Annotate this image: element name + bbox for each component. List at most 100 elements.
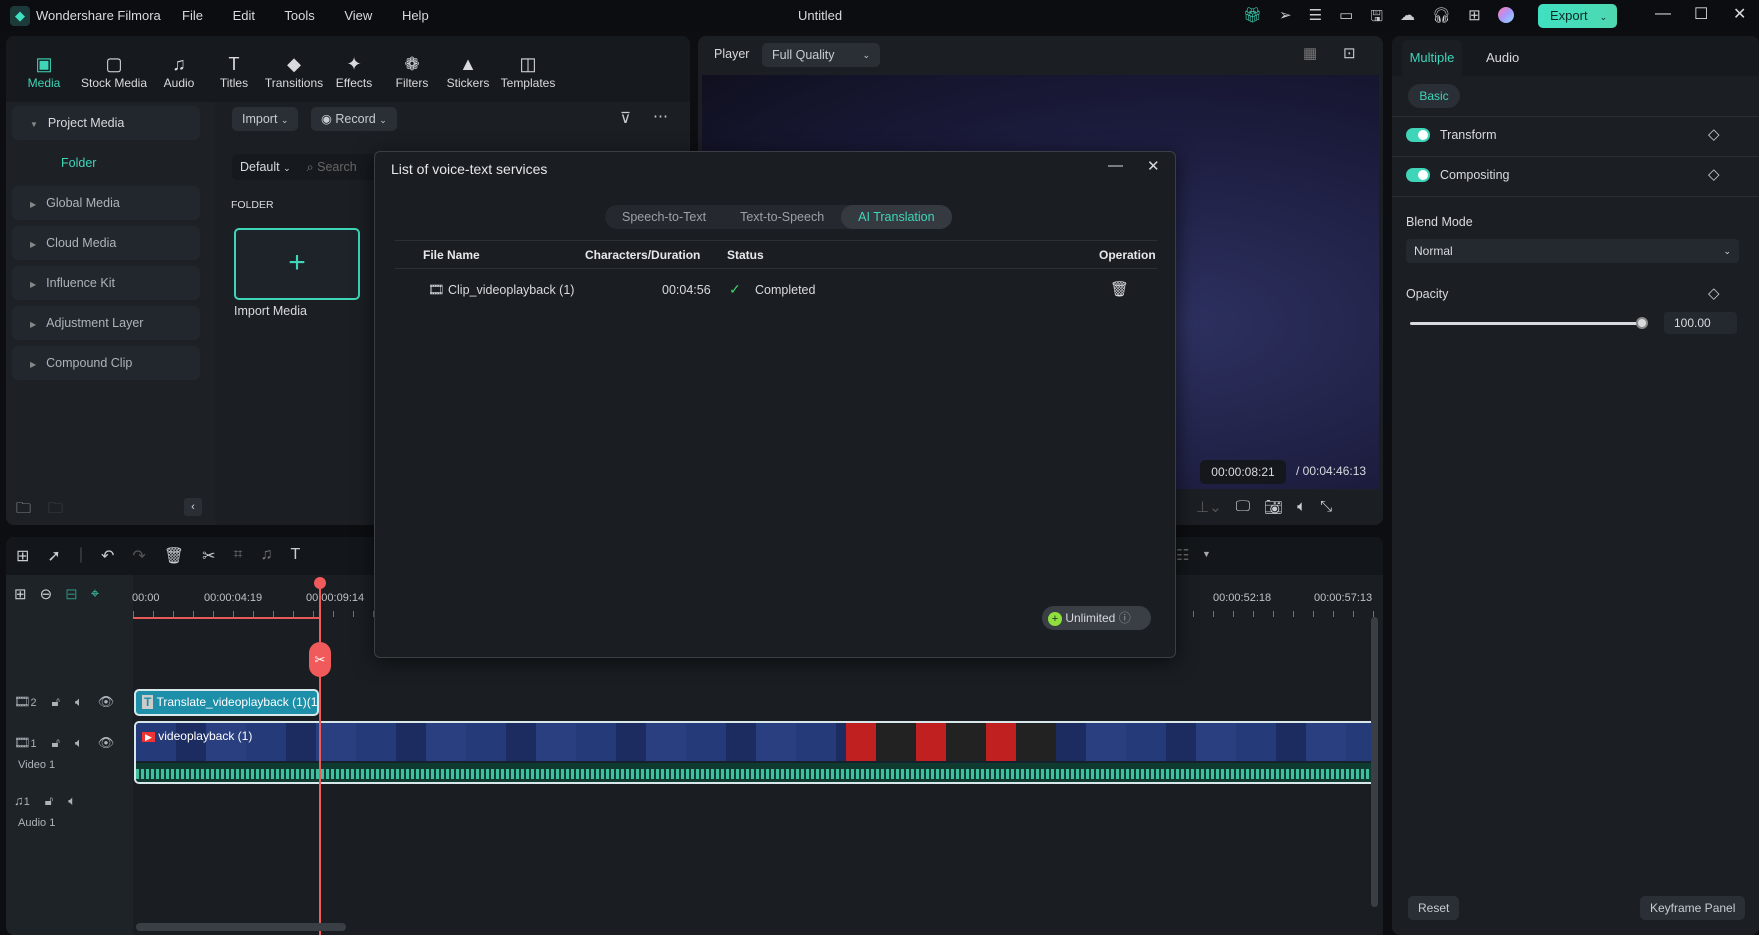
blend-mode-dropdown[interactable]: Normal ⌄ bbox=[1406, 239, 1739, 263]
tab-filters[interactable]: ❁ Filters bbox=[384, 52, 440, 102]
playhead[interactable] bbox=[319, 577, 321, 935]
apps-grid-icon[interactable]: ⊞ bbox=[1468, 6, 1481, 31]
subtab-basic[interactable]: Basic bbox=[1408, 84, 1460, 108]
avatar[interactable] bbox=[1497, 7, 1514, 23]
layout-modules-icon[interactable]: ⊞ bbox=[16, 546, 29, 566]
keyframe-diamond-icon[interactable]: ◇ bbox=[1708, 125, 1720, 143]
undo-icon[interactable]: ↶ bbox=[101, 546, 114, 566]
sidebar-item-global-media[interactable]: ▶ Global Media bbox=[12, 186, 200, 220]
sidebar-item-compound-clip[interactable]: ▶ Compound Clip bbox=[12, 346, 200, 380]
group-icon[interactable]: ⊟ bbox=[65, 585, 78, 603]
transform-toggle[interactable] bbox=[1406, 128, 1430, 142]
lock-icon[interactable]: 🔓︎ bbox=[52, 694, 60, 710]
filter-icon[interactable]: ⊽ bbox=[620, 109, 631, 127]
collapse-sidebar-button[interactable]: ‹ bbox=[184, 498, 202, 516]
add-track-icon[interactable]: ⊞ bbox=[14, 585, 27, 603]
tab-stock-media[interactable]: ▢ Stock Media bbox=[74, 52, 154, 102]
crop-icon[interactable]: ⌗ bbox=[234, 546, 243, 566]
import-button[interactable]: Import ⌄ bbox=[232, 107, 299, 131]
dialog-close-button[interactable]: ✕ bbox=[1147, 157, 1160, 175]
keyframe-diamond-icon[interactable]: ◇ bbox=[1708, 284, 1720, 302]
link-icon[interactable]: ⊖ bbox=[40, 585, 53, 603]
cloud-upload-icon[interactable]: ☁ bbox=[1400, 6, 1415, 31]
more-icon[interactable]: ⋯ bbox=[653, 107, 668, 125]
folder-icon[interactable]: 🗀 bbox=[48, 498, 63, 523]
lock-icon[interactable]: 🔓︎ bbox=[45, 793, 53, 809]
new-folder-icon[interactable]: 🗀 bbox=[16, 498, 31, 523]
opacity-input[interactable]: 100.00 bbox=[1664, 312, 1737, 334]
sidebar-item-folder[interactable]: Folder bbox=[61, 156, 96, 170]
menu-view[interactable]: View bbox=[344, 8, 372, 23]
horizontal-scrollbar[interactable] bbox=[136, 923, 346, 931]
tab-media[interactable]: ▣ Media bbox=[14, 52, 74, 102]
task-list-icon[interactable]: ☰ bbox=[1309, 6, 1322, 31]
sidebar-item-cloud-media[interactable]: ▶ Cloud Media bbox=[12, 226, 200, 260]
record-button[interactable]: ◉ Record ⌄ bbox=[311, 107, 397, 131]
compositing-toggle[interactable] bbox=[1406, 168, 1430, 182]
fullscreen-icon[interactable]: ⤡ bbox=[1320, 498, 1332, 516]
track-height-icon[interactable]: ☷ bbox=[1176, 546, 1189, 564]
vertical-scrollbar[interactable] bbox=[1371, 617, 1378, 907]
eye-icon[interactable]: 👁︎ bbox=[98, 735, 115, 751]
text-clip[interactable]: T Translate_videoplayback (1)(1) bbox=[134, 689, 319, 716]
tab-text-to-speech[interactable]: Text-to-Speech bbox=[723, 205, 841, 229]
menu-file[interactable]: File bbox=[182, 8, 203, 23]
sidebar-item-adjustment-layer[interactable]: ▶ Adjustment Layer bbox=[12, 306, 200, 340]
tab-audio[interactable]: ♫ Audio bbox=[154, 52, 204, 102]
opacity-slider[interactable] bbox=[1410, 322, 1642, 325]
menu-tools[interactable]: Tools bbox=[284, 8, 314, 23]
export-button[interactable]: Export ⌄ bbox=[1538, 4, 1617, 28]
keyframe-panel-button[interactable]: Keyframe Panel bbox=[1640, 896, 1746, 920]
tab-templates[interactable]: ◫ Templates bbox=[496, 52, 560, 102]
grid-view-icon[interactable]: ▦ bbox=[1303, 44, 1317, 62]
sidebar-item-project-media[interactable]: ▼ Project Media bbox=[12, 106, 200, 140]
reset-button[interactable]: Reset bbox=[1408, 896, 1460, 920]
keyframe-diamond-icon[interactable]: ◇ bbox=[1708, 165, 1720, 183]
text-tool-icon[interactable]: T bbox=[291, 546, 301, 566]
help-icon[interactable]: ⓘ bbox=[1119, 611, 1131, 625]
split-scissors-button[interactable]: ✂ bbox=[309, 642, 331, 677]
close-window-button[interactable]: ✕ bbox=[1733, 4, 1746, 24]
opacity-slider-handle[interactable] bbox=[1636, 317, 1648, 329]
tab-effects[interactable]: ✦ Effects bbox=[324, 52, 384, 102]
menu-edit[interactable]: Edit bbox=[233, 8, 255, 23]
send-icon[interactable]: ➢ bbox=[1279, 6, 1292, 31]
gift-icon[interactable]: 🎁︎ bbox=[1243, 6, 1262, 31]
mute-icon[interactable]: 🔈︎ bbox=[75, 735, 83, 751]
current-time[interactable]: 00:00:08:21 bbox=[1200, 460, 1286, 484]
plan-badge[interactable]: + Unlimited ⓘ bbox=[1042, 606, 1151, 630]
split-scissors-icon[interactable]: ✂ bbox=[202, 546, 215, 566]
select-tool-icon[interactable]: ➚ bbox=[47, 546, 60, 566]
tab-audio-properties[interactable]: Audio bbox=[1486, 50, 1519, 65]
dialog-minimize-button[interactable]: — bbox=[1108, 157, 1123, 174]
search-input[interactable]: Search bbox=[317, 160, 357, 174]
layout-icon[interactable]: ▭ bbox=[1339, 6, 1353, 31]
tab-titles[interactable]: T Titles bbox=[204, 52, 264, 102]
lock-icon[interactable]: 🔓︎ bbox=[52, 735, 60, 751]
tab-ai-translation[interactable]: AI Translation bbox=[841, 205, 952, 229]
tab-multiple[interactable]: Multiple bbox=[1402, 40, 1462, 76]
tab-transitions[interactable]: ◆ Transitions bbox=[264, 52, 324, 102]
volume-icon[interactable]: 🔈︎ bbox=[1297, 498, 1306, 516]
marker-icon[interactable]: ⊥⌄ bbox=[1196, 498, 1222, 516]
delete-icon[interactable]: 🗑︎ bbox=[1110, 280, 1129, 298]
caret-down-icon[interactable]: ▼ bbox=[1202, 549, 1211, 559]
menu-help[interactable]: Help bbox=[402, 8, 429, 23]
snapshot-icon[interactable]: 📷︎ bbox=[1264, 498, 1283, 516]
eye-icon[interactable]: 👁︎ bbox=[98, 694, 115, 710]
maximize-window-button[interactable]: ☐ bbox=[1694, 4, 1708, 24]
mute-icon[interactable]: 🔈︎ bbox=[75, 694, 83, 710]
headset-icon[interactable]: 🎧︎ bbox=[1432, 6, 1451, 31]
import-media-tile[interactable]: + bbox=[234, 228, 360, 300]
quality-dropdown[interactable]: Full Quality ⌄ bbox=[762, 43, 880, 67]
sidebar-item-influence-kit[interactable]: ▶ Influence Kit bbox=[12, 266, 200, 300]
waveform-monitor-icon[interactable]: ⊡ bbox=[1343, 44, 1356, 62]
tab-speech-to-text[interactable]: Speech-to-Text bbox=[605, 205, 723, 229]
display-icon[interactable]: 🖵 bbox=[1236, 498, 1250, 516]
tab-stickers[interactable]: ▲ Stickers bbox=[440, 52, 496, 102]
delete-icon[interactable]: 🗑︎ bbox=[164, 546, 184, 566]
minimize-window-button[interactable]: — bbox=[1655, 5, 1671, 23]
audio-stretch-icon[interactable]: ♫ bbox=[261, 546, 273, 566]
save-icon[interactable]: 🖫 bbox=[1370, 6, 1383, 31]
magnet-snap-icon[interactable]: ⌖ bbox=[91, 585, 99, 603]
